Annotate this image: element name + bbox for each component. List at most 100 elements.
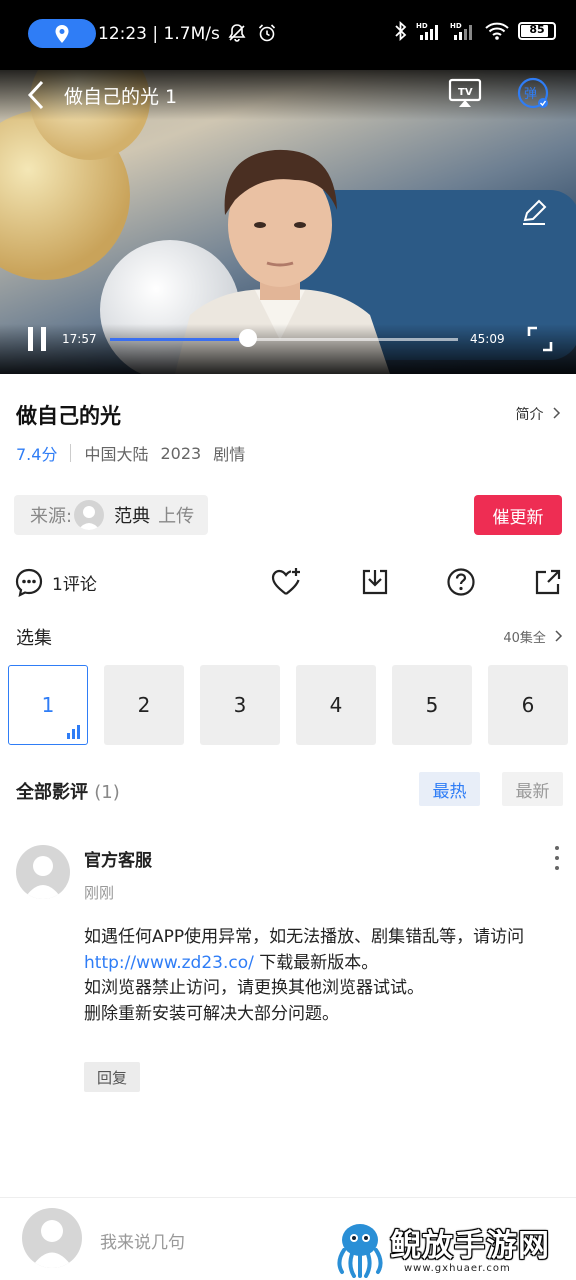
show-meta: 7.4分 中国大陆 2023 剧情: [16, 441, 245, 465]
help-button[interactable]: [446, 562, 476, 602]
heart-plus-icon: [271, 568, 300, 595]
episodes-total: 40集全: [503, 631, 546, 646]
progress-track[interactable]: [110, 338, 458, 341]
comment-body: 如遇任何APP使用异常，如无法播放、剧集错乱等，请访问 http://www.z…: [84, 925, 564, 1027]
upload-label: 上传: [158, 506, 195, 527]
location-icon: [55, 24, 69, 43]
sort-hot-tab[interactable]: 最热: [419, 772, 480, 806]
chevron-right-icon: [553, 407, 561, 419]
download-button[interactable]: [360, 562, 390, 602]
episode-number: 2: [137, 693, 151, 717]
comment-line: http://www.zd23.co/ 下载最新版本。: [84, 951, 564, 977]
episode-4-button[interactable]: 4: [296, 665, 376, 745]
alarm-icon: [258, 24, 275, 42]
total-time: 45:09: [470, 332, 505, 346]
back-arrow-icon[interactable]: [26, 80, 46, 110]
episode-2-button[interactable]: 2: [104, 665, 184, 745]
tv-cast-icon[interactable]: TV: [448, 78, 482, 108]
favorite-button[interactable]: [270, 562, 304, 602]
comment-icon: [15, 568, 43, 597]
action-row: 1评论: [0, 562, 576, 602]
user-silhouette-icon: [78, 506, 101, 530]
intro-link[interactable]: 简介: [516, 404, 562, 424]
status-icons: HD HD 85: [394, 21, 556, 41]
user-silhouette-icon: [31, 1220, 73, 1268]
source-chip[interactable]: 来源: 范典 上传: [14, 495, 209, 535]
comment-button[interactable]: 1评论: [14, 562, 97, 602]
episode-5-button[interactable]: 5: [392, 665, 472, 745]
question-icon: [447, 568, 475, 596]
episode-number: 4: [329, 693, 343, 717]
status-time: 12:23: [98, 24, 147, 44]
episode-6-button[interactable]: 6: [488, 665, 568, 745]
comment-count: 1评论: [52, 574, 97, 595]
octopus-logo-icon: [337, 1224, 383, 1278]
more-options-icon[interactable]: [552, 846, 562, 870]
watermark-text: 鲵放手游网: [390, 1228, 550, 1264]
episode-number: 6: [521, 693, 535, 717]
uploader-name: 范典: [114, 506, 151, 527]
battery-icon: 85: [518, 22, 556, 40]
urge-update-button[interactable]: 催更新: [474, 495, 562, 535]
comment-line: 如浏览器禁止访问，请更换其他浏览器试试。: [84, 978, 424, 998]
danmaku-icon[interactable]: 弹: [516, 76, 550, 110]
player-title: 做自己的光 1: [64, 86, 178, 108]
watermark-url: www.gxhuaer.com: [404, 1263, 511, 1274]
comment-author[interactable]: 官方客服: [84, 846, 152, 871]
edit-pencil-icon[interactable]: [520, 198, 548, 226]
current-time: 17:57: [62, 332, 97, 346]
playing-bars-icon: [67, 725, 80, 739]
episode-1-button[interactable]: 1: [8, 665, 88, 745]
signal-hd-2-icon: HD: [450, 22, 472, 40]
svg-text:HD: HD: [416, 22, 428, 30]
episode-number: 3: [233, 693, 247, 717]
battery-level: 85: [529, 23, 545, 36]
show-title: 做自己的光: [16, 404, 121, 428]
share-icon: [535, 569, 561, 595]
intro-label: 简介: [515, 407, 544, 423]
episode-list: 1 2 3 4 5 6: [8, 665, 568, 745]
progress-fill: [110, 338, 249, 341]
comment-input[interactable]: 我来说几句: [100, 1228, 185, 1253]
site-watermark: 鲵放手游网 www.gxhuaer.com: [330, 1218, 576, 1280]
episode-number: 1: [41, 693, 55, 717]
episode-number: 5: [425, 693, 439, 717]
mute-bell-icon: [228, 24, 246, 42]
status-bar: 12:23 | 1.7M/s HD HD 85: [0, 0, 576, 70]
fullscreen-icon[interactable]: [527, 326, 553, 352]
svg-text:HD: HD: [450, 22, 462, 30]
comment-line: 删除重新安装可解决大部分问题。: [84, 1003, 339, 1024]
reviews-count: (1): [94, 782, 120, 803]
download-icon: [362, 569, 388, 595]
location-pill[interactable]: [28, 19, 96, 48]
share-button[interactable]: [534, 562, 562, 602]
rating: 7.4分: [16, 445, 58, 464]
genre: 剧情: [213, 445, 246, 464]
status-time-speed: 12:23 | 1.7M/s: [98, 23, 277, 44]
comment-link[interactable]: http://www.zd23.co/: [84, 953, 254, 973]
episode-3-button[interactable]: 3: [200, 665, 280, 745]
uploader-avatar: [74, 500, 105, 530]
my-avatar: [22, 1208, 82, 1268]
region: 中国大陆: [84, 445, 149, 464]
pause-icon[interactable]: [26, 325, 48, 353]
comment-input-bar: 我来说几句 鲵放手游网 www.gxhuaer.com: [0, 1197, 576, 1280]
sort-new-tab[interactable]: 最新: [502, 772, 563, 806]
comment-time: 刚刚: [84, 884, 115, 902]
all-episodes-link[interactable]: 40集全: [503, 627, 564, 646]
comment-avatar[interactable]: [16, 845, 70, 899]
reply-button[interactable]: 回复: [84, 1062, 140, 1092]
reviews-title: 全部影评: [16, 782, 88, 803]
comment-line: 如遇任何APP使用异常，如无法播放、剧集错乱等，请访问: [84, 927, 525, 947]
network-speed: 1.7M/s: [163, 24, 220, 44]
reviews-label: 全部影评 (1): [16, 778, 120, 804]
year: 2023: [160, 443, 202, 463]
divider: [70, 444, 72, 462]
chevron-right-icon: [555, 630, 563, 642]
wifi-icon: [485, 22, 509, 40]
video-player[interactable]: 做自己的光 1 TV 弹 17:57 45:09: [0, 70, 576, 374]
signal-hd-1-icon: HD: [416, 22, 438, 40]
comment-line-text: 下载最新版本。: [259, 952, 379, 973]
user-silhouette-icon: [24, 856, 62, 899]
svg-text:TV: TV: [458, 87, 473, 98]
